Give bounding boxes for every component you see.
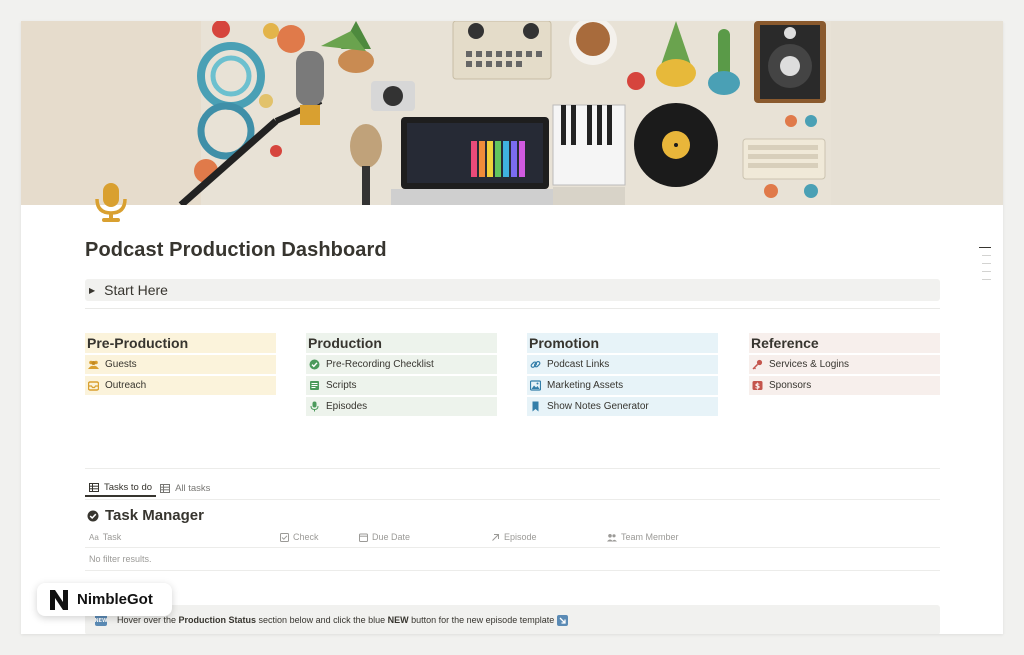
callout: NEW Hover over the Production Status sec…	[85, 605, 940, 634]
column-due-date[interactable]: Due Date	[359, 532, 410, 542]
link-label: Sponsors	[769, 380, 812, 391]
callout-text: Hover over the Production Status section…	[117, 615, 555, 625]
image-icon	[530, 380, 541, 391]
link-outreach[interactable]: Outreach	[85, 376, 276, 395]
link-label: Outreach	[105, 380, 147, 391]
check-circle-icon	[309, 359, 320, 370]
section-heading: Promotion	[527, 333, 718, 353]
svg-text:NEW: NEW	[95, 618, 107, 624]
brand-logo-icon	[47, 588, 71, 612]
calendar-icon	[359, 533, 368, 542]
column-label: Due Date	[372, 532, 411, 542]
link-label: Marketing Assets	[547, 380, 624, 391]
notion-page: Podcast Production Dashboard ▶ Start Her…	[21, 21, 1003, 634]
database-title[interactable]: Task Manager	[87, 507, 204, 524]
link-show-notes-generator[interactable]: Show Notes Generator	[527, 397, 718, 416]
view-tabs: Tasks to do All tasks	[85, 479, 214, 499]
people-icon	[88, 359, 99, 370]
column-label: Task	[102, 532, 122, 542]
link-podcast-links[interactable]: Podcast Links	[527, 355, 718, 374]
divider	[85, 499, 940, 500]
cover-image[interactable]	[21, 21, 1003, 205]
table-icon	[89, 482, 99, 492]
section-promotion: Promotion Podcast Links Marketing Assets…	[527, 333, 718, 418]
toggle-label: Start Here	[104, 282, 168, 298]
section-heading: Pre-Production	[85, 333, 276, 353]
section-reference: Reference Services & Logins $ Sponsors	[749, 333, 940, 397]
table-of-contents-indicator[interactable]	[979, 247, 991, 287]
link-label: Episodes	[326, 401, 368, 412]
section-heading: Production	[306, 333, 497, 353]
link-services-logins[interactable]: Services & Logins	[749, 355, 940, 374]
link-episodes[interactable]: Episodes	[306, 397, 497, 416]
microphone-icon[interactable]	[93, 181, 129, 223]
column-label: Check	[293, 532, 319, 542]
link-guests[interactable]: Guests	[85, 355, 276, 374]
section-heading: Reference	[749, 333, 940, 353]
arrow-down-right-icon	[557, 614, 569, 626]
money-icon: $	[752, 380, 763, 391]
empty-state-text: No filter results.	[89, 554, 152, 564]
column-episode[interactable]: Episode	[491, 532, 537, 542]
tab-label: All tasks	[175, 482, 211, 494]
link-label: Podcast Links	[547, 359, 610, 370]
section-production: Production Pre-Recording Checklist Scrip…	[306, 333, 497, 418]
divider	[85, 468, 940, 469]
inbox-icon	[88, 380, 99, 391]
link-label: Pre-Recording Checklist	[326, 359, 434, 370]
relation-arrow-icon	[491, 533, 500, 542]
tab-all-tasks[interactable]: All tasks	[156, 479, 214, 497]
column-label: Episode	[504, 532, 537, 542]
table-icon	[160, 483, 171, 493]
link-label: Show Notes Generator	[547, 401, 649, 412]
column-label: Team Member	[621, 532, 679, 542]
triangle-right-icon[interactable]: ▶	[89, 286, 95, 295]
svg-text:$: $	[755, 381, 760, 390]
table-header: Aa Task Check Due Date Episode Team Memb…	[85, 529, 940, 547]
microphone-icon	[309, 401, 320, 412]
link-label: Services & Logins	[769, 359, 850, 370]
page-title: Podcast Production Dashboard	[85, 239, 387, 261]
link-label: Scripts	[326, 380, 357, 391]
column-check[interactable]: Check	[280, 532, 319, 542]
start-here-toggle[interactable]: ▶ Start Here	[85, 279, 940, 301]
key-icon	[752, 359, 763, 370]
column-task[interactable]: Aa Task	[89, 532, 121, 542]
divider	[85, 308, 940, 309]
tab-label: Tasks to do	[104, 481, 153, 493]
checkbox-property-icon	[280, 532, 289, 542]
document-icon	[309, 380, 320, 391]
people-icon	[607, 533, 617, 542]
check-circle-icon	[87, 510, 99, 522]
tab-tasks-to-do[interactable]: Tasks to do	[85, 479, 157, 497]
link-label: Guests	[105, 359, 137, 370]
database-title-text: Task Manager	[105, 507, 204, 524]
link-sponsors[interactable]: $ Sponsors	[749, 376, 940, 395]
column-team-member[interactable]: Team Member	[607, 532, 679, 542]
section-pre-production: Pre-Production Guests Outreach	[85, 333, 276, 397]
divider	[85, 570, 940, 571]
link-icon	[530, 359, 541, 370]
divider	[85, 547, 940, 548]
link-marketing-assets[interactable]: Marketing Assets	[527, 376, 718, 395]
brand-name: NimbleGot	[77, 591, 153, 608]
text-property-icon: Aa	[89, 532, 99, 542]
link-pre-recording-checklist[interactable]: Pre-Recording Checklist	[306, 355, 497, 374]
brand-badge: NimbleGot	[37, 583, 172, 616]
link-scripts[interactable]: Scripts	[306, 376, 497, 395]
bookmark-icon	[530, 401, 541, 412]
